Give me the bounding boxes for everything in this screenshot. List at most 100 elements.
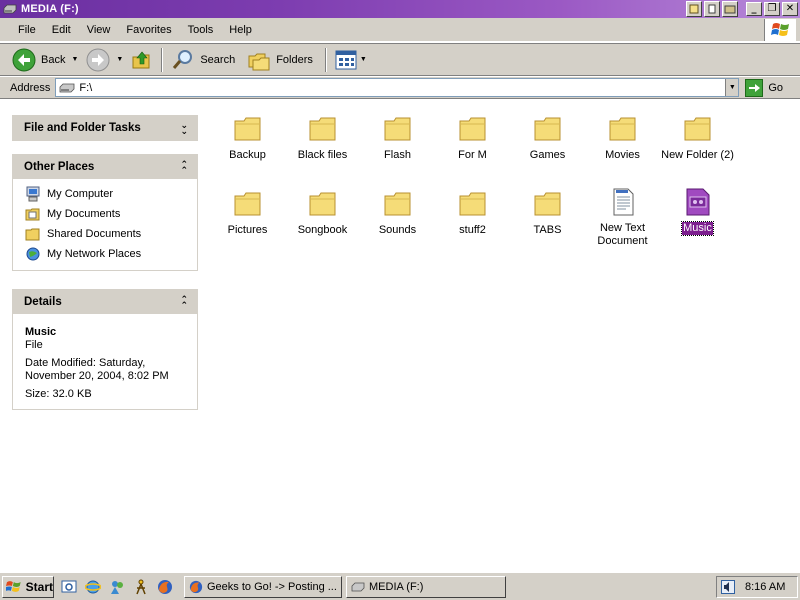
file-item[interactable]: For M — [435, 112, 510, 162]
clock[interactable]: 8:16 AM — [745, 581, 785, 593]
file-item[interactable]: Songbook — [285, 187, 360, 237]
standard-toolbar: Back ▼ ▼ Search Folders ▼ — [0, 43, 800, 76]
file-item[interactable]: New Folder (2) — [660, 112, 735, 162]
views-dropdown-icon[interactable]: ▼ — [360, 56, 367, 63]
drive-icon — [59, 83, 75, 92]
minimize-button[interactable]: _ — [746, 2, 762, 16]
title-bar[interactable]: MEDIA (F:) _ ❐ ✕ — [0, 0, 800, 18]
place-label: My Documents — [47, 208, 121, 220]
taskbar-task-browser[interactable]: Geeks to Go! -> Posting ... — [184, 575, 342, 598]
taskbar-task-media[interactable]: MEDIA (F:) — [346, 575, 506, 598]
system-tray: 8:16 AM — [716, 576, 798, 598]
collapse-chevron-icon[interactable]: ⌃ ⌃ — [180, 160, 188, 175]
details-panel: Details ⌃ ⌃ Music File Date Modified: Sat… — [12, 289, 198, 410]
windows-logo-icon — [6, 580, 21, 592]
menu-favorites[interactable]: Favorites — [118, 24, 179, 36]
views-button[interactable]: ▼ — [331, 46, 371, 74]
file-folder-tasks-header[interactable]: File and Folder Tasks ⌄ ⌄ — [13, 116, 197, 140]
details-name: Music — [25, 326, 57, 338]
file-item[interactable]: New Text Document — [585, 185, 660, 248]
folders-icon — [248, 53, 270, 70]
file-item-selected[interactable]: Music — [660, 185, 735, 236]
place-my-network-places[interactable]: My Network Places — [25, 244, 185, 264]
expand-chevron-icon[interactable]: ⌄ ⌄ — [180, 121, 188, 136]
file-item[interactable]: Pictures — [210, 187, 285, 237]
task-label: Geeks to Go! -> Posting ... — [207, 580, 337, 593]
file-folder-tasks-panel: File and Folder Tasks ⌄ ⌄ — [12, 115, 198, 141]
firefox-icon — [189, 580, 203, 593]
forward-button[interactable]: ▼ — [82, 46, 127, 74]
file-item[interactable]: Black files — [285, 112, 360, 162]
start-button[interactable]: Start — [2, 575, 54, 598]
search-label: Search — [200, 53, 236, 66]
address-dropdown-icon[interactable]: ▼ — [725, 79, 739, 96]
drive-icon — [351, 582, 365, 591]
folder-icon — [681, 112, 715, 146]
file-item[interactable]: Backup — [210, 112, 285, 162]
file-name: TABS — [533, 224, 562, 236]
firefox-icon[interactable] — [156, 578, 174, 596]
my-documents-icon — [25, 206, 41, 222]
panel-title: File and Folder Tasks — [24, 122, 141, 134]
address-input[interactable]: F:\ ▼ — [55, 78, 740, 97]
menu-tools[interactable]: Tools — [180, 24, 222, 36]
document-mini-icon[interactable] — [704, 1, 720, 17]
back-button[interactable]: Back ▼ — [8, 46, 82, 74]
place-label: Shared Documents — [47, 228, 142, 240]
place-my-documents[interactable]: My Documents — [25, 204, 185, 224]
file-item[interactable]: Flash — [360, 112, 435, 162]
file-list-pane: Backup Black files Flash For M Games Mov… — [210, 100, 800, 572]
up-folder-icon — [132, 51, 150, 68]
start-label: Start — [25, 579, 53, 594]
back-label: Back — [41, 53, 66, 66]
restore-button[interactable]: ❐ — [764, 2, 780, 16]
file-item[interactable]: Movies — [585, 112, 660, 162]
text-document-icon — [606, 185, 640, 219]
file-item[interactable]: stuff2 — [435, 187, 510, 237]
toolbar-mini-icon[interactable] — [686, 1, 702, 17]
other-places-header[interactable]: Other Places ⌃ ⌃ — [13, 155, 197, 179]
forward-arrow-icon — [86, 48, 110, 71]
menu-file[interactable]: File — [10, 24, 44, 36]
search-button[interactable]: Search — [167, 46, 239, 74]
file-item[interactable]: Games — [510, 112, 585, 162]
file-name: New Text Document — [597, 222, 648, 247]
file-item[interactable]: TABS — [510, 187, 585, 237]
go-label: Go — [768, 81, 784, 94]
close-button[interactable]: ✕ — [782, 2, 798, 16]
messenger-icon[interactable] — [108, 578, 126, 596]
place-shared-documents[interactable]: Shared Documents — [25, 224, 185, 244]
folder-icon — [456, 187, 490, 221]
back-arrow-icon — [12, 48, 36, 71]
folder-icon — [531, 187, 565, 221]
shell-mini-icon[interactable] — [722, 1, 738, 17]
collapse-chevron-icon[interactable]: ⌃ ⌃ — [180, 295, 188, 310]
my-computer-icon — [25, 186, 41, 202]
file-name: stuff2 — [459, 224, 486, 236]
folders-button[interactable]: Folders — [243, 46, 317, 74]
media-file-icon — [681, 185, 715, 219]
windows-logo-icon — [764, 19, 796, 41]
internet-explorer-icon[interactable] — [84, 578, 102, 596]
task-pane: File and Folder Tasks ⌄ ⌄ Other Places ⌃ ⌃… — [0, 100, 210, 572]
menu-help[interactable]: Help — [221, 24, 260, 36]
show-desktop-icon[interactable] — [60, 578, 78, 596]
details-header[interactable]: Details ⌃ ⌃ — [13, 290, 197, 314]
menu-view[interactable]: View — [79, 24, 119, 36]
up-folder-button[interactable] — [127, 46, 157, 74]
panel-title: Other Places — [24, 161, 95, 173]
file-name: Pictures — [227, 224, 268, 236]
views-icon — [335, 50, 357, 69]
back-dropdown-icon[interactable]: ▼ — [71, 56, 78, 63]
place-my-computer[interactable]: My Computer — [25, 184, 185, 204]
file-item[interactable]: Sounds — [360, 187, 435, 237]
forward-dropdown-icon[interactable]: ▼ — [116, 56, 123, 63]
task-label: MEDIA (F:) — [369, 580, 424, 593]
address-label: Address — [10, 81, 51, 94]
aim-icon[interactable] — [132, 578, 150, 596]
file-name: Black files — [297, 149, 348, 161]
file-name: Games — [529, 149, 566, 161]
menu-edit[interactable]: Edit — [44, 24, 79, 36]
volume-icon[interactable] — [721, 580, 735, 594]
go-button[interactable]: Go — [745, 78, 784, 97]
